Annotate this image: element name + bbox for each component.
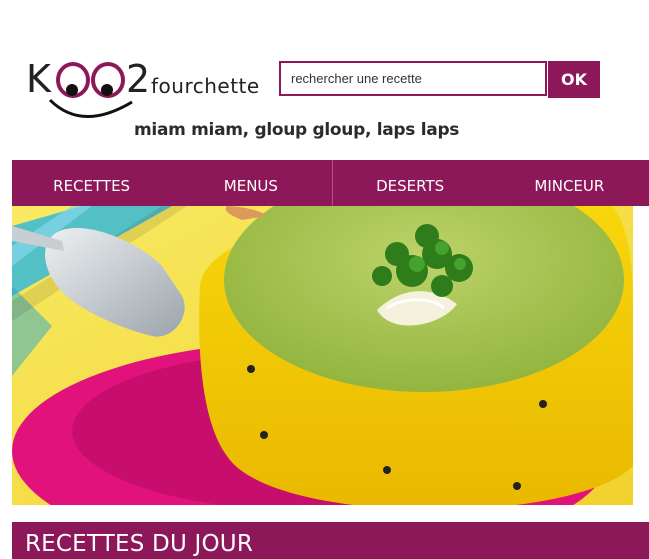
svg-text:2: 2: [126, 57, 150, 101]
logo-suffix: fourchette: [151, 74, 260, 98]
search-ok-button[interactable]: OK: [548, 61, 600, 98]
main-nav: RECETTES MENUS DESERTS MINCEUR: [12, 160, 649, 206]
soup-bowl-photo: [12, 206, 633, 505]
nav-item-recettes[interactable]: RECETTES: [12, 160, 171, 206]
nav-item-deserts[interactable]: DESERTS: [331, 160, 490, 206]
site-logo[interactable]: K 2 fourchette: [24, 56, 264, 126]
svg-text:K: K: [26, 57, 52, 101]
nav-item-menus[interactable]: MENUS: [171, 160, 330, 206]
nav-item-minceur[interactable]: MINCEUR: [490, 160, 649, 206]
search-input[interactable]: [281, 63, 545, 94]
tagline: miam miam, gloup gloup, laps laps: [134, 120, 460, 140]
nav-separator: [332, 160, 333, 206]
hero-banner[interactable]: [12, 206, 633, 505]
logo-mark-icon: K 2: [26, 57, 150, 118]
search-box: [279, 61, 547, 96]
section-title: RECETTES DU JOUR: [25, 531, 254, 557]
section-header: RECETTES DU JOUR: [12, 522, 649, 559]
